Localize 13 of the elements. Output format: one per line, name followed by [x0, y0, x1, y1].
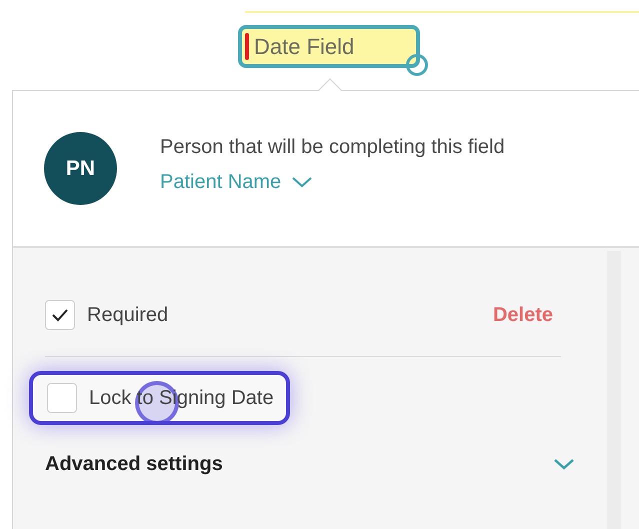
chevron-down-icon [291, 176, 314, 188]
chevron-down-icon [553, 458, 575, 470]
date-field-chip[interactable]: Date Field [238, 25, 420, 68]
assignee-caption: Person that will be completing this field [160, 134, 505, 160]
advanced-settings-toggle[interactable]: Advanced settings [45, 449, 575, 479]
resize-handle[interactable] [406, 54, 428, 76]
checkbox[interactable] [47, 383, 77, 413]
field-label: Date Field [254, 36, 354, 58]
avatar: PN [44, 132, 117, 205]
checkmark-icon [51, 308, 69, 322]
required-marker [245, 33, 249, 60]
checkbox[interactable] [45, 300, 75, 330]
checkbox-option[interactable]: Required [45, 288, 168, 342]
